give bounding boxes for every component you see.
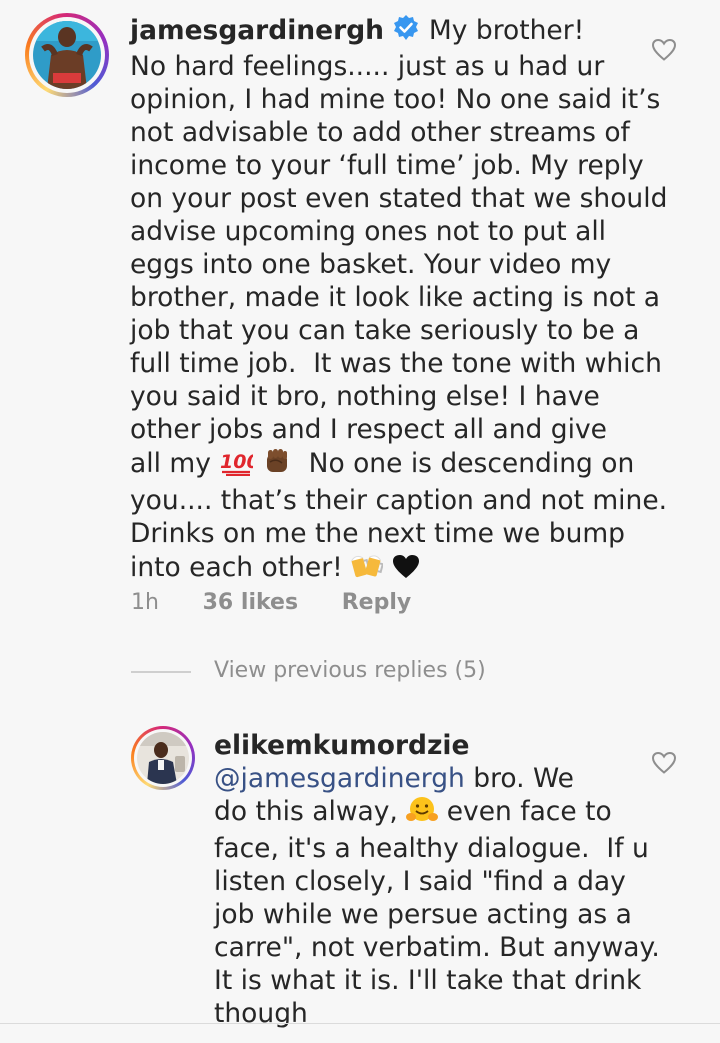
comment-line: brother, made it look like acting is not… xyxy=(130,282,661,313)
comment-line: all my xyxy=(130,448,211,479)
comment-line: other jobs and I respect all and give xyxy=(130,414,607,445)
comment-line: opinion, I had mine too! No one said it’… xyxy=(130,84,661,115)
like-heart-icon[interactable] xyxy=(651,38,677,62)
avatar-elikemkumordzie[interactable] xyxy=(131,726,195,790)
svg-text:100: 100 xyxy=(220,451,253,473)
comment-body: jamesgardinergh My brother! No hard feel… xyxy=(130,14,667,588)
username-link[interactable]: elikemkumordzie xyxy=(214,730,469,761)
black-heart-icon xyxy=(392,554,420,588)
comment-meta: 1h 36 likes Reply xyxy=(131,590,411,615)
comment-line: bro. We xyxy=(464,763,574,794)
comment-line: job that you can take seriously to be a xyxy=(130,315,640,346)
verified-badge-icon xyxy=(392,14,420,50)
mention-link[interactable]: @jamesgardinergh xyxy=(214,763,465,794)
comment-line: you said it bro, nothing else! I have xyxy=(130,381,600,412)
comment-body: elikemkumordzie @jamesgardinergh bro. We… xyxy=(214,729,660,1030)
comment-line: not advisable to add other streams of xyxy=(130,117,630,148)
comment-line: you.... that’s their caption and not min… xyxy=(130,485,668,516)
comment-line: even face to xyxy=(446,796,612,827)
comment-line: Drinks on me the next time we bump xyxy=(130,518,625,549)
comment-line: No one is descending on xyxy=(308,448,635,479)
beer-mugs-icon xyxy=(351,550,385,588)
comment-line: face, it's a healthy dialogue. If u xyxy=(214,833,649,864)
hundred-points-icon: 100 xyxy=(219,448,260,484)
username-link[interactable]: jamesgardinergh xyxy=(130,15,384,46)
comment-line: into each other! xyxy=(130,552,343,583)
avatar-jamesgardinergh[interactable] xyxy=(25,13,109,97)
comment-line: listen closely, I said "find a day xyxy=(214,866,626,897)
comment-line: income to your ‘full time’ job. My reply xyxy=(130,150,644,181)
comment-line: eggs into one basket. Your video my xyxy=(130,249,612,280)
likes-count-link[interactable]: 36 likes xyxy=(203,590,298,615)
comment-line: on your post even stated that we should xyxy=(130,183,668,214)
comment-line: No hard feelings..... just as u had ur xyxy=(130,51,605,82)
comment-line: My brother! xyxy=(428,15,585,46)
comment-line: carre", not verbatim. But anyway. xyxy=(214,932,660,963)
comment-line: advise upcoming ones not to put all xyxy=(130,216,607,247)
bottom-divider xyxy=(0,1023,720,1024)
comment-line: job while we persue acting as a xyxy=(214,899,632,930)
view-previous-replies-button[interactable]: View previous replies (5) xyxy=(214,658,486,683)
comment-time: 1h xyxy=(131,590,159,615)
comment-line: though xyxy=(214,998,308,1029)
comment-line: full time job. It was the tone with whic… xyxy=(130,348,662,379)
comment-line: do this alway, xyxy=(214,796,398,827)
replies-divider-line xyxy=(131,671,191,673)
like-heart-icon[interactable] xyxy=(651,751,677,775)
raised-fist-icon xyxy=(262,446,292,484)
comment-line: It is what it is. I'll take that drink xyxy=(214,965,642,996)
hugging-face-icon xyxy=(406,796,439,832)
reply-button[interactable]: Reply xyxy=(342,590,412,615)
